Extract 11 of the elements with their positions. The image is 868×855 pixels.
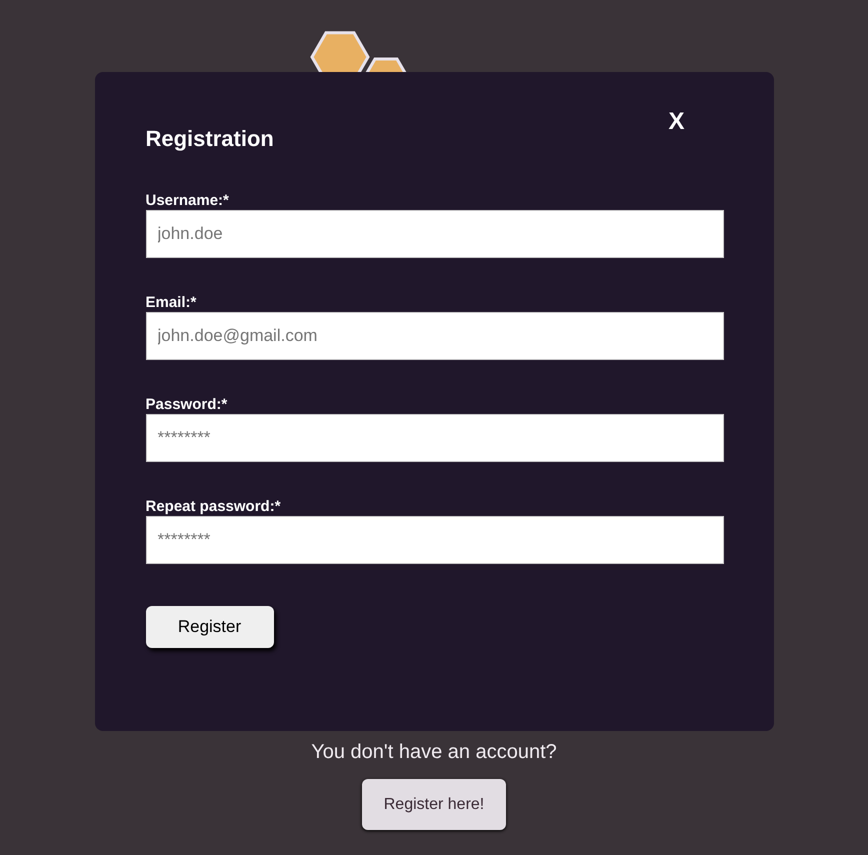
- input-field[interactable]: ********: [146, 516, 724, 564]
- field-label: Password:*: [146, 396, 228, 414]
- register-link-button[interactable]: Register here!: [362, 779, 506, 830]
- field-label: Repeat password:*: [146, 498, 282, 516]
- close-button[interactable]: X: [668, 110, 684, 134]
- account-prompt: You don't have an account?: [311, 740, 557, 765]
- dialog-title: Registration: [146, 125, 274, 153]
- field-label: Username:*: [146, 192, 230, 210]
- field-label: Email:*: [146, 294, 198, 312]
- register-button[interactable]: Register: [146, 606, 274, 648]
- input-field[interactable]: ********: [146, 414, 724, 462]
